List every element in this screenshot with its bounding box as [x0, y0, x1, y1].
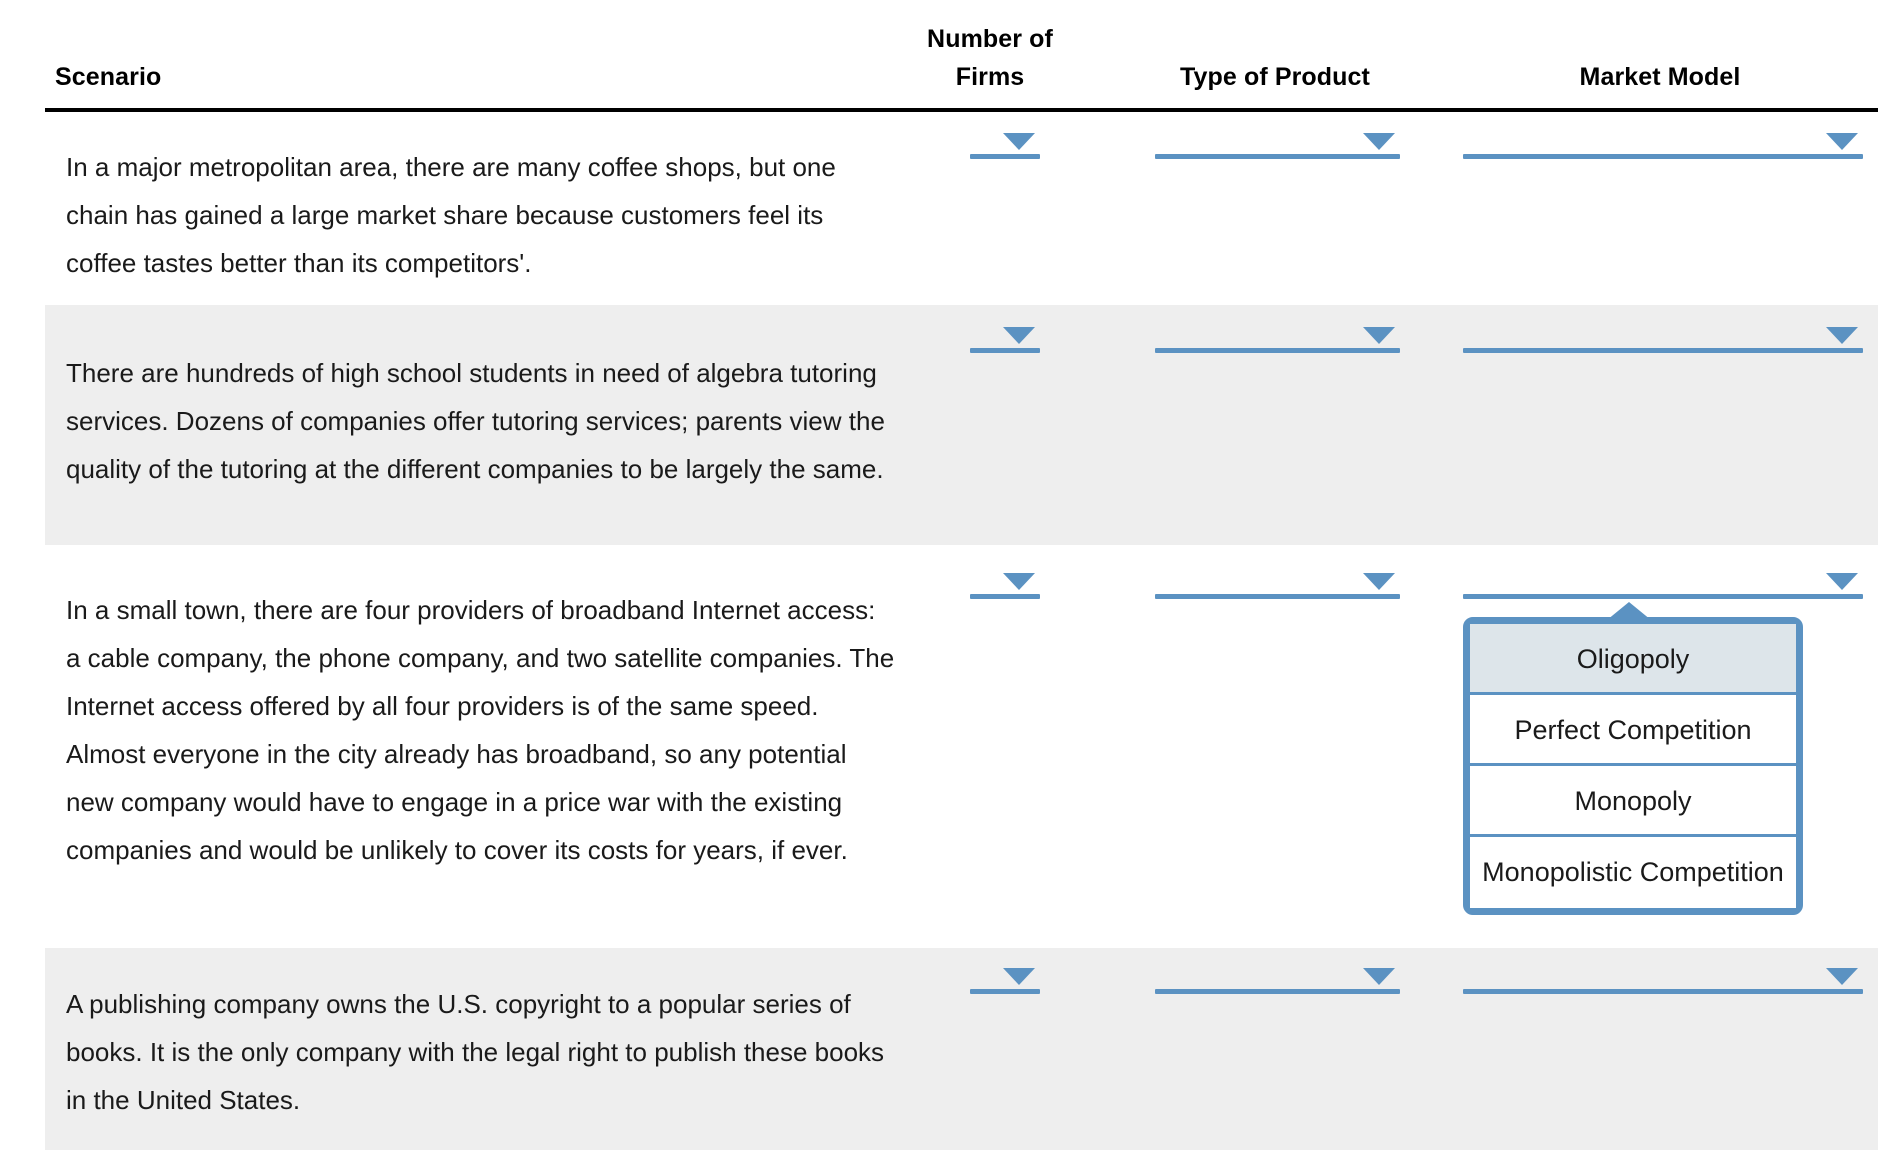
dropdown-option-perfect-competition[interactable]: Perfect Competition: [1470, 695, 1796, 766]
select-market-model[interactable]: [1463, 960, 1863, 994]
dropdown-option-monopoly[interactable]: Monopoly: [1470, 766, 1796, 837]
chevron-down-icon: [1363, 327, 1395, 344]
select-number-of-firms[interactable]: [970, 565, 1040, 599]
table-row: There are hundreds of high school studen…: [45, 305, 1878, 545]
chevron-down-icon: [1826, 133, 1858, 150]
select-underline: [1155, 154, 1400, 159]
dropdown-option-oligopoly[interactable]: Oligopoly: [1470, 624, 1796, 695]
select-type-of-product[interactable]: [1155, 565, 1400, 599]
chevron-down-icon: [1003, 968, 1035, 985]
select-underline: [1155, 989, 1400, 994]
select-underline: [1463, 989, 1863, 994]
select-underline: [1155, 594, 1400, 599]
scenario-text: In a small town, there are four provider…: [66, 595, 895, 865]
chevron-down-icon: [1363, 133, 1395, 150]
scenario-text: In a major metropolitan area, there are …: [66, 152, 836, 278]
table-row: A publishing company owns the U.S. copyr…: [45, 948, 1878, 1150]
select-number-of-firms[interactable]: [970, 960, 1040, 994]
select-underline: [1463, 594, 1863, 599]
select-underline: [970, 348, 1040, 353]
chevron-down-icon: [1003, 327, 1035, 344]
select-type-of-product[interactable]: [1155, 319, 1400, 353]
select-number-of-firms[interactable]: [970, 319, 1040, 353]
select-number-of-firms[interactable]: [970, 125, 1040, 159]
select-underline: [970, 989, 1040, 994]
chevron-down-icon: [1826, 327, 1858, 344]
column-header-scenario: Scenario: [55, 63, 162, 91]
chevron-down-icon: [1003, 573, 1035, 590]
select-underline: [1155, 348, 1400, 353]
market-model-dropdown-menu[interactable]: Oligopoly Perfect Competition Monopoly M…: [1463, 617, 1803, 915]
select-type-of-product[interactable]: [1155, 125, 1400, 159]
market-model-worksheet: Scenario Number of Firms Type of Product…: [0, 0, 1900, 1150]
select-market-model-open[interactable]: [1463, 565, 1863, 599]
select-type-of-product[interactable]: [1155, 960, 1400, 994]
chevron-down-icon: [1826, 573, 1858, 590]
chevron-down-icon: [1826, 968, 1858, 985]
scenario-text: There are hundreds of high school studen…: [66, 358, 885, 484]
table-row: In a major metropolitan area, there are …: [45, 113, 1878, 298]
chevron-down-icon: [1363, 968, 1395, 985]
select-underline: [970, 594, 1040, 599]
column-header-number-of-line1: Number of: [927, 25, 1053, 53]
select-underline: [1463, 154, 1863, 159]
column-header-number-of-line2: Firms: [955, 63, 1025, 91]
chevron-down-icon: [1363, 573, 1395, 590]
scenario-text: A publishing company owns the U.S. copyr…: [66, 989, 885, 1115]
select-underline: [1463, 348, 1863, 353]
column-header-type-of-product: Type of Product: [1180, 63, 1370, 91]
table-header: Scenario Number of Firms Type of Product…: [45, 0, 1878, 113]
chevron-down-icon: [1003, 133, 1035, 150]
header-divider: [45, 108, 1878, 112]
select-market-model[interactable]: [1463, 319, 1863, 353]
column-header-number-of-firms: Number of Firms: [900, 20, 1080, 96]
dropdown-pointer-caret-up-icon: [1607, 602, 1651, 620]
dropdown-option-monopolistic-competition[interactable]: Monopolistic Competition: [1470, 837, 1796, 908]
select-underline: [970, 154, 1040, 159]
select-market-model[interactable]: [1463, 125, 1863, 159]
column-header-market-model: Market Model: [1579, 63, 1741, 91]
